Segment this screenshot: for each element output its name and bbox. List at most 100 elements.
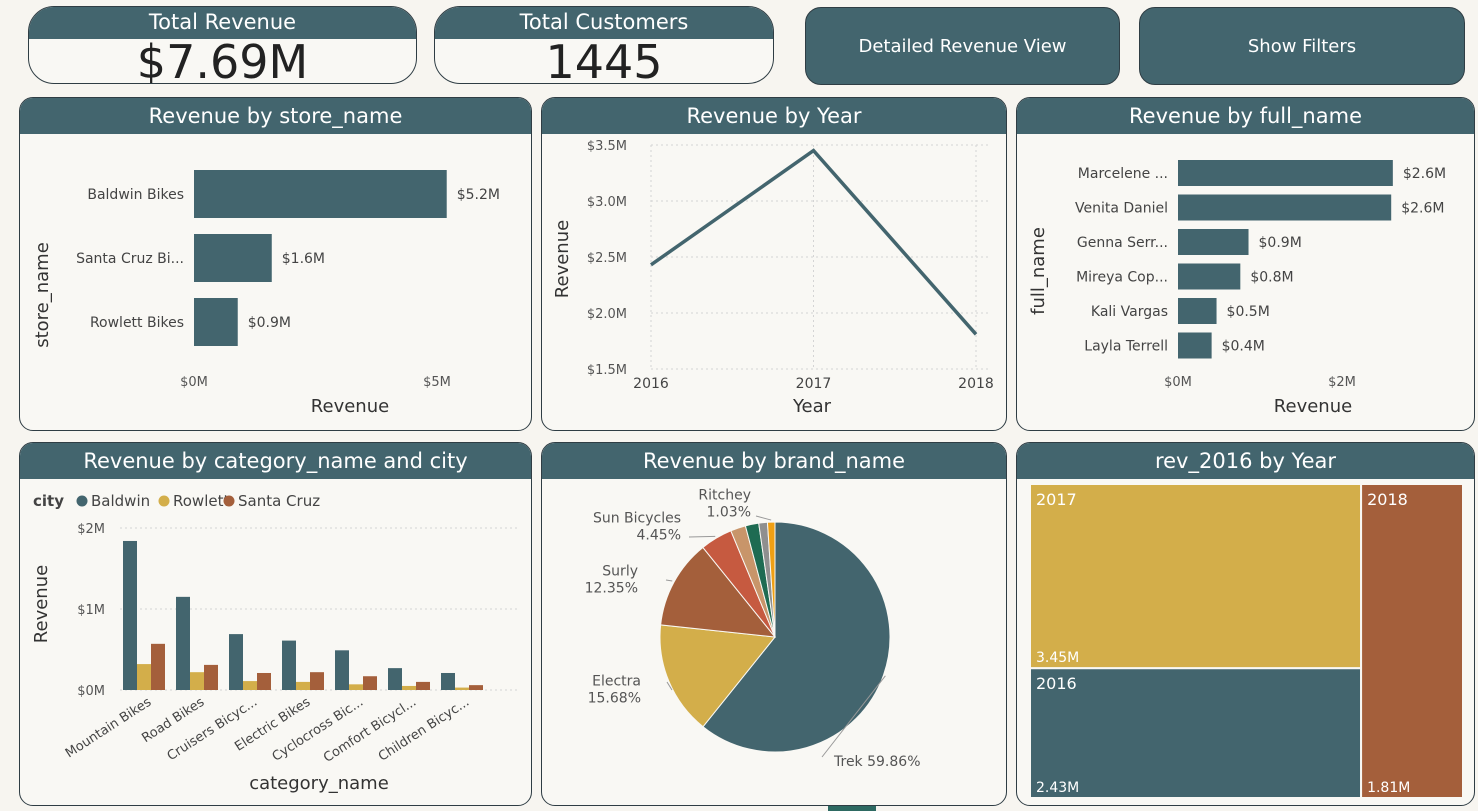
bar-category-label: Genna Serr...	[1077, 235, 1168, 251]
pie-data-label: Electra	[592, 674, 641, 690]
pie-leader-line	[755, 515, 772, 521]
legend-label: Santa Cruz	[238, 492, 320, 510]
bar[interactable]	[1178, 263, 1241, 290]
legend-label: Rowlett	[173, 492, 229, 510]
legend-marker	[76, 495, 88, 507]
bar[interactable]	[194, 234, 272, 282]
bar-data-label: $0.9M	[248, 315, 291, 331]
kpi-total-revenue-value: $7.69M	[136, 35, 309, 84]
column-bar[interactable]	[257, 672, 271, 690]
bar[interactable]	[194, 170, 447, 218]
x-axis-title: category_name	[249, 773, 389, 794]
y-tick-label: $1.5M	[587, 363, 627, 378]
column-bar[interactable]	[123, 540, 137, 690]
bar[interactable]	[1178, 194, 1392, 221]
detailed-revenue-view-button[interactable]: Detailed Revenue View	[805, 7, 1120, 85]
x-tick-label: Cruisers Bicyc...	[165, 695, 261, 764]
bar-category-label: Layla Terrell	[1084, 339, 1168, 355]
column-bar[interactable]	[402, 685, 416, 690]
y-tick-label: $0M	[77, 684, 105, 699]
fullname-revenue-chart[interactable]: Marcelene ... $2.6M Venita Daniel $2.6M Genn…	[1017, 135, 1475, 431]
y-axis-title: Revenue	[552, 220, 573, 298]
column-bar[interactable]	[229, 634, 243, 690]
column-bar[interactable]	[388, 668, 402, 690]
column-bar[interactable]	[190, 672, 204, 690]
x-axis-title: Revenue	[1274, 396, 1352, 417]
x-tick-label: 2016	[633, 376, 669, 392]
column-bar[interactable]	[469, 685, 483, 690]
rev2016-treemap-title: rev_2016 by Year	[1017, 443, 1474, 479]
store-revenue-panel[interactable]: Revenue by store_name Baldwin Bikes $5.2M…	[19, 97, 532, 431]
pie-leader-line	[665, 579, 673, 582]
column-bar[interactable]	[335, 650, 349, 690]
year-revenue-chart[interactable]: $1.5M $2.0M $2.5M $3.0M $3.5M 2016 2017 2018 Yea…	[542, 135, 1007, 431]
bar-category-label: Venita Daniel	[1075, 201, 1168, 217]
column-bar[interactable]	[441, 672, 455, 690]
show-filters-label: Show Filters	[1247, 35, 1357, 57]
x-tick-label: $0M	[180, 375, 208, 390]
column-bar[interactable]	[282, 640, 296, 690]
bar[interactable]	[194, 298, 238, 346]
pie-data-label: 12.35%	[585, 581, 638, 597]
detailed-revenue-view-label: Detailed Revenue View	[858, 35, 1067, 57]
legend-title: city	[33, 492, 64, 510]
bar-data-label: $0.9M	[1259, 235, 1302, 251]
category-revenue-panel[interactable]: Revenue by category_name and city city Ba…	[19, 442, 532, 806]
bar-category-label: Marcelene ...	[1078, 166, 1168, 182]
treemap-tile-label: 2016	[1036, 674, 1077, 693]
column-bar[interactable]	[204, 664, 218, 690]
column-bar[interactable]	[310, 672, 324, 690]
kpi-total-revenue: Total Revenue $7.69M	[28, 6, 417, 84]
pie-leader-line	[688, 535, 716, 538]
bar-data-label: $2.6M	[1401, 201, 1444, 217]
brand-revenue-panel[interactable]: Revenue by brand_name Trek 59.86% Electra…	[541, 442, 1007, 806]
column-bar[interactable]	[296, 681, 310, 690]
y-tick-label: $2M	[77, 522, 105, 537]
fullname-revenue-panel[interactable]: Revenue by full_name Marcelene ... $2.6M V…	[1016, 97, 1475, 431]
kpi-total-customers-value: 1445	[545, 35, 663, 84]
column-bar[interactable]	[137, 664, 151, 690]
column-bar[interactable]	[363, 676, 377, 690]
y-tick-label: $3.5M	[587, 139, 627, 154]
y-tick-label: $2.5M	[587, 251, 627, 266]
pie-data-label: 1.03%	[707, 505, 751, 521]
column-bar[interactable]	[176, 596, 190, 690]
x-tick-label: 2017	[796, 376, 832, 392]
rev2016-treemap-chart[interactable]: 2017 3.45M 2016 2.43M 2018 1.81M	[1017, 480, 1475, 806]
pie-data-label: Trek 59.86%	[833, 754, 921, 770]
column-bar[interactable]	[151, 643, 165, 690]
year-revenue-title: Revenue by Year	[542, 98, 1006, 134]
bar-category-label: Mireya Cop...	[1076, 270, 1168, 286]
bar[interactable]	[1178, 332, 1212, 359]
bar[interactable]	[1178, 229, 1249, 255]
bar[interactable]	[1178, 160, 1393, 186]
column-bar[interactable]	[416, 681, 430, 690]
store-revenue-title: Revenue by store_name	[20, 98, 531, 134]
show-filters-button[interactable]: Show Filters	[1139, 7, 1465, 85]
treemap-tile[interactable]	[1360, 483, 1465, 799]
column-bar[interactable]	[349, 684, 363, 690]
rev2016-treemap-panel[interactable]: rev_2016 by Year 2017 3.45M 2016 2.43M 2018 1…	[1016, 442, 1475, 806]
bar-category-label: Santa Cruz Bi...	[76, 251, 184, 267]
treemap-tile-value: 3.45M	[1036, 650, 1079, 666]
treemap-tile[interactable]	[1029, 667, 1363, 799]
fullname-revenue-title: Revenue by full_name	[1017, 98, 1474, 134]
column-bar[interactable]	[243, 681, 257, 690]
legend-label: Baldwin	[91, 492, 150, 510]
bar-data-label: $5.2M	[457, 187, 500, 203]
bar[interactable]	[1178, 298, 1217, 324]
brand-revenue-chart[interactable]: Trek 59.86% Electra15.68% Surly12.35% Sun B…	[542, 480, 1007, 806]
y-axis-title: full_name	[1028, 227, 1049, 315]
x-axis-title: Year	[792, 396, 832, 417]
pie-data-label: 4.45%	[637, 528, 681, 544]
store-revenue-chart[interactable]: Baldwin Bikes $5.2M Santa Cruz Bi... $1.6M R…	[20, 135, 532, 431]
treemap-tile[interactable]	[1029, 483, 1363, 670]
category-revenue-title: Revenue by category_name and city	[20, 443, 531, 479]
y-tick-label: $2.0M	[587, 307, 627, 322]
bar-data-label: $0.5M	[1227, 304, 1270, 320]
column-bar[interactable]	[455, 687, 469, 690]
page-tab-indicator[interactable]	[828, 806, 876, 811]
x-tick-label: $5M	[423, 375, 451, 390]
category-revenue-chart[interactable]: city Baldwin Rowlett Santa Cruz $0M $1M $2M Mou…	[20, 480, 532, 806]
year-revenue-panel[interactable]: Revenue by Year $1.5M $2.0M $2.5M $3.0M $3.5…	[541, 97, 1007, 431]
